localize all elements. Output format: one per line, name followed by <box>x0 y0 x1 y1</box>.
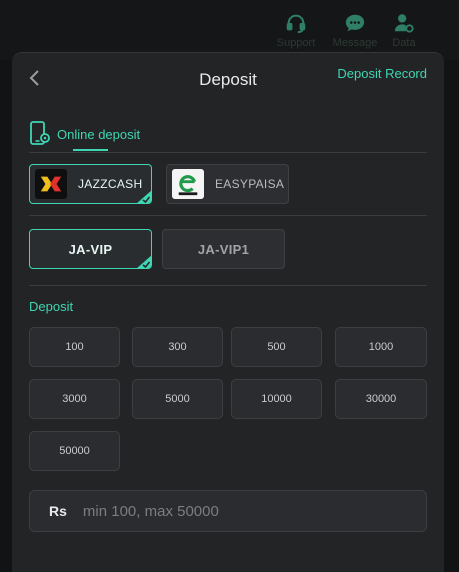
amount-option[interactable]: 1000 <box>335 327 427 367</box>
amount-input[interactable] <box>82 491 426 531</box>
payment-method-label: JAZZCASH <box>78 177 143 191</box>
tab-active-indicator <box>73 149 108 151</box>
channel-ja-vip[interactable]: JA-VIP <box>29 229 152 269</box>
payment-method-easypaisa[interactable]: EASYPAISA <box>166 164 289 204</box>
deposit-sheet: Deposit Deposit Record Online deposit JA… <box>12 52 444 572</box>
amount-option[interactable]: 500 <box>231 327 322 367</box>
channel-ja-vip1[interactable]: JA-VIP1 <box>162 229 285 269</box>
chat-bubble-icon <box>344 12 366 34</box>
amount-option[interactable]: 300 <box>132 327 223 367</box>
divider <box>29 215 427 216</box>
data-nav-item[interactable]: Data <box>374 12 434 49</box>
channel-label: JA-VIP1 <box>197 241 250 257</box>
phone-settings-icon <box>29 121 51 147</box>
amount-option[interactable]: 30000 <box>335 379 427 419</box>
tab-online-deposit[interactable]: Online deposit <box>29 116 140 152</box>
top-nav-bar: Support Message Data <box>0 0 459 60</box>
deposit-section-label: Deposit <box>29 299 74 314</box>
divider <box>29 285 427 286</box>
jazzcash-logo <box>35 169 67 199</box>
channel-label: JA-VIP <box>68 241 113 257</box>
tab-label: Online deposit <box>57 126 141 142</box>
amount-option[interactable]: 100 <box>29 327 120 367</box>
amount-option[interactable]: 5000 <box>132 379 223 419</box>
selected-check-icon <box>137 190 151 203</box>
amount-option[interactable]: 3000 <box>29 379 120 419</box>
message-nav-label: Message <box>332 37 378 49</box>
amount-option[interactable]: 50000 <box>29 431 120 471</box>
currency-label: Rs <box>49 503 67 519</box>
support-nav-item[interactable]: Support <box>266 12 326 49</box>
user-settings-icon <box>393 12 415 34</box>
selected-check-icon <box>137 255 151 268</box>
easypaisa-logo <box>172 169 204 199</box>
payment-method-label: EASYPAISA <box>215 177 285 191</box>
headset-icon <box>285 12 307 34</box>
divider <box>29 152 427 153</box>
amount-option[interactable]: 10000 <box>231 379 322 419</box>
amount-input-group: Rs <box>29 490 427 532</box>
deposit-record-link[interactable]: Deposit Record <box>337 66 427 81</box>
payment-method-jazzcash[interactable]: JAZZCASH <box>29 164 152 204</box>
data-nav-label: Data <box>392 37 416 49</box>
support-nav-label: Support <box>276 37 316 49</box>
